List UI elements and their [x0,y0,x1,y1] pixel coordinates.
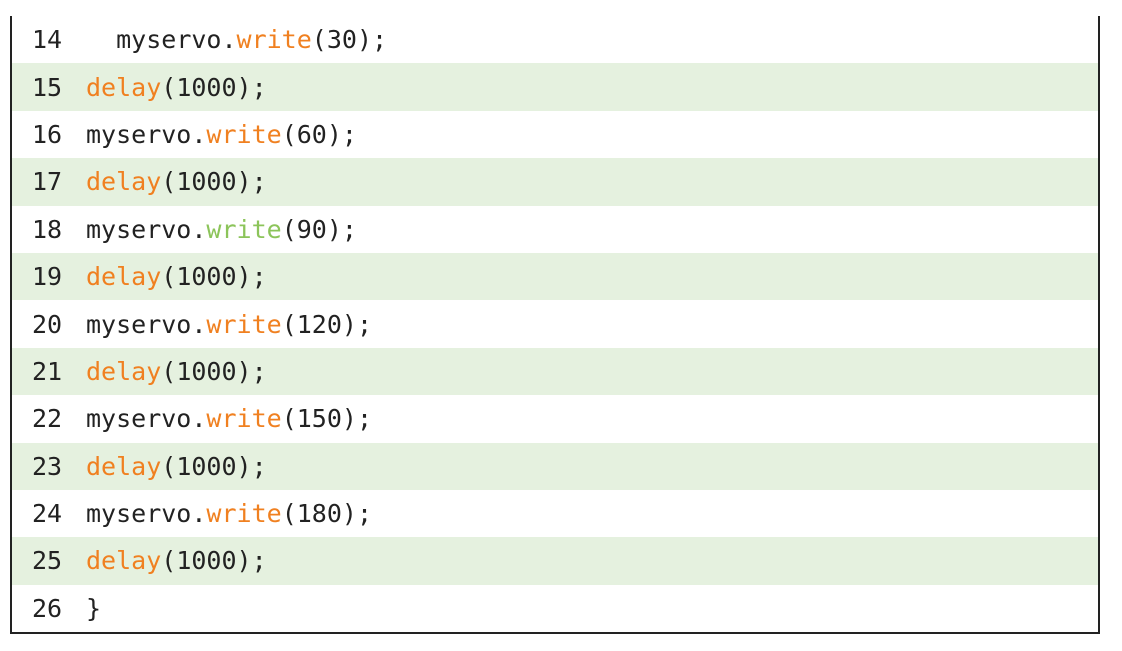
code-function: write [206,119,282,149]
code-line: 26} [12,585,1098,632]
line-number: 16 [32,119,63,149]
line-number: 19 [32,262,63,292]
code-object: myservo. [86,499,207,529]
code-object: myservo. [86,309,207,339]
code-args: (1000); [161,546,267,576]
code-line: 21 delay (1000); [12,347,1098,396]
line-number: 23 [32,451,63,481]
code-args: (1000); [161,451,267,481]
code-function: delay [86,356,162,386]
code-function: delay [86,546,162,576]
code-args: (1000); [161,167,267,197]
code-args: (1000); [161,72,267,102]
code-object: myservo. [86,404,207,434]
code-function: write [236,25,312,55]
code-line: 18 myservo. write (90); [12,206,1098,253]
code-args: (60); [281,119,357,149]
code-line: 24 myservo. write (180); [12,490,1098,537]
line-number: 24 [32,499,63,529]
line-number: 20 [32,309,63,339]
code-args: (1000); [161,356,267,386]
line-number: 17 [32,167,63,197]
code-args: (30); [311,25,388,55]
code-line: 22 myservo. write (150); [12,395,1098,442]
code-args: (180); [281,499,372,529]
line-number: 25 [32,546,63,576]
code-args: (90); [281,214,357,244]
code-function: delay [86,262,162,292]
code-object: myservo. [86,214,207,244]
code-object: myservo. [86,119,207,149]
line-number: 18 [32,214,63,244]
code-function: delay [86,167,162,197]
code-function: write [206,309,282,339]
code-line: 23 delay (1000); [12,442,1098,490]
code-function: write [206,214,282,244]
code-args: (1000); [161,262,267,292]
code-args: (150); [281,404,372,434]
code-object: myservo. [116,25,237,55]
code-object: } [86,593,102,623]
line-number: 22 [32,404,63,434]
code-line: 25 delay (1000); [12,537,1098,585]
code-line: 14 myservo. write (30); [12,16,1098,63]
code-args: (120); [281,309,372,339]
line-number: 21 [32,356,63,386]
code-function: delay [86,72,162,102]
code-function: delay [86,451,162,481]
line-number: 15 [32,72,63,102]
code-line: 20 myservo. write (120); [12,300,1098,347]
code-line: 16 myservo. write (60); [12,111,1098,158]
code-block: 14 myservo. write (30); 15 delay (1000); 16 mys… [10,16,1100,634]
line-number: 26 [32,593,63,623]
code-function: write [206,404,282,434]
line-number: 14 [32,25,63,55]
code-line: 15 delay (1000); [12,63,1098,111]
code-line: 17 delay (1000); [12,158,1098,206]
code-line: 19 delay (1000); [12,252,1098,301]
code-function: write [206,499,282,529]
